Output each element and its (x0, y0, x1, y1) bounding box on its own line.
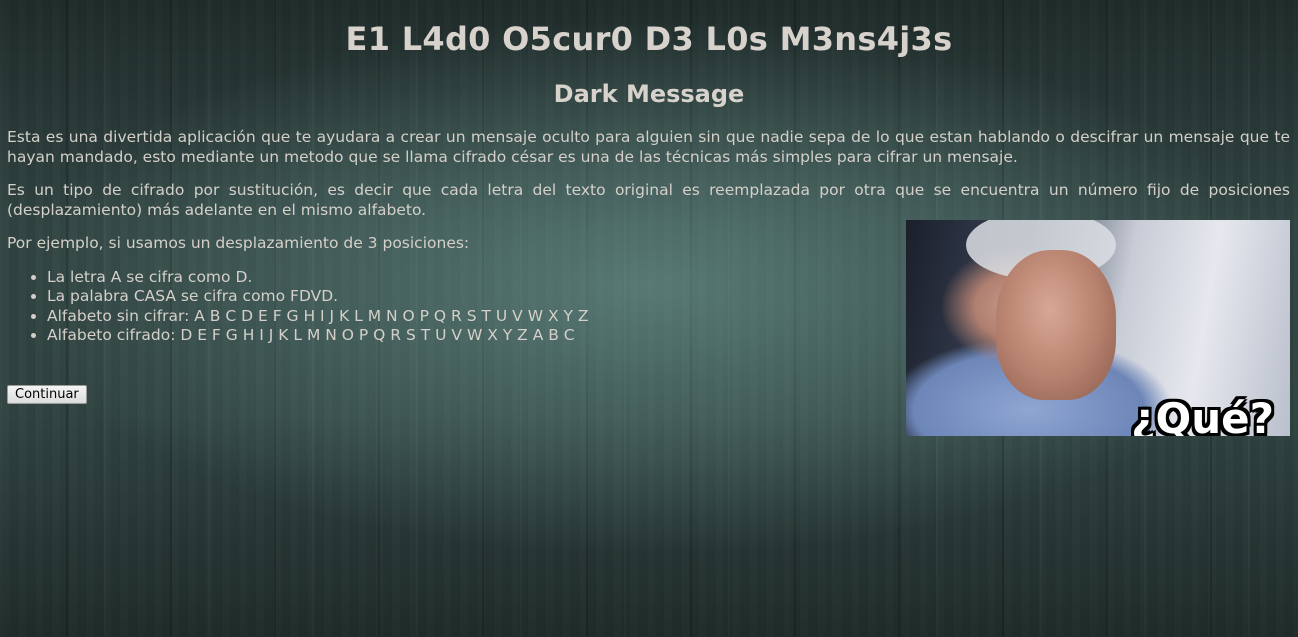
cipher-description: Es un tipo de cifrado por sustitución, e… (7, 181, 1290, 219)
main-content: Esta es una divertida aplicación que te … (7, 128, 1290, 446)
meme-caption: ¿Qué? (1131, 393, 1274, 436)
intro-paragraph: Esta es una divertida aplicación que te … (7, 128, 1290, 166)
page-subtitle: Dark Message (553, 80, 745, 108)
continue-button[interactable]: Continuar (7, 384, 87, 404)
page-title: E1 L4d0 O5cur0 D3 L0s M3ns4j3s (345, 20, 953, 58)
meme-image: ¿Qué? (906, 220, 1290, 436)
meme-face (996, 250, 1116, 400)
